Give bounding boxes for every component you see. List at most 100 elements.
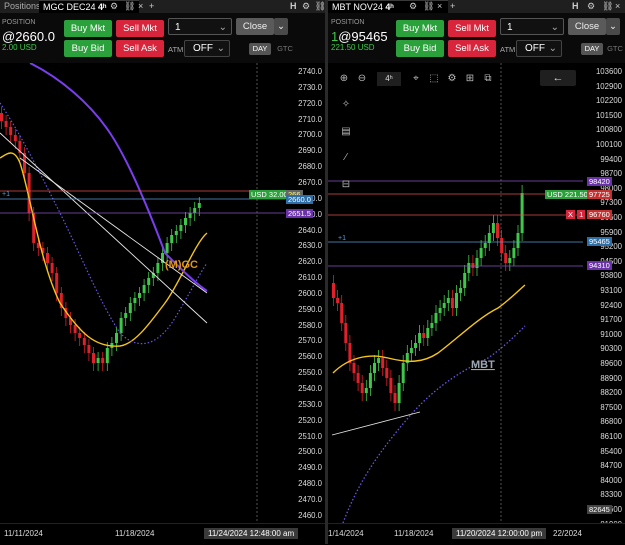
y-axis-label: 2640.0 [298, 225, 322, 235]
y-axis-label: 2570.0 [298, 336, 322, 346]
left-x-axis[interactable]: 11/11/2024 11/18/2024 11/24/2024 12:48:0… [0, 523, 325, 545]
tab-positions[interactable]: Positions [0, 0, 45, 13]
ruler-icon[interactable]: ⊞ [463, 72, 477, 86]
left-y-axis[interactable]: 2740.0 2730.0 2720.0 2710.0 2700.0 2690.0 2680… [285, 63, 325, 523]
chevron-down-icon[interactable]: ⌄ [219, 19, 227, 36]
buy-bid-button[interactable]: Buy Bid [396, 40, 444, 57]
gear-icon[interactable]: ⚙ [302, 1, 310, 11]
position-label: POSITION [2, 19, 36, 26]
select-icon[interactable]: ⬚ [427, 72, 441, 86]
sell-ask-button[interactable]: Sell Ask [448, 40, 496, 57]
candle-body [50, 263, 54, 273]
candle-body [332, 283, 335, 298]
tif-day-button[interactable]: DAY [581, 43, 603, 55]
candle-body [115, 333, 118, 343]
h-button[interactable]: H [290, 1, 297, 11]
plus-one-label: +1 [338, 235, 346, 242]
candle-body [344, 323, 348, 343]
candle-body [193, 208, 197, 213]
add-tab-plus-icon[interactable]: + [145, 0, 158, 13]
gear-icon[interactable]: ⚙ [445, 72, 459, 86]
candle-body [438, 308, 442, 313]
candle-body [381, 358, 385, 368]
close-position-button[interactable]: Close [236, 18, 274, 35]
candle-body [508, 258, 512, 263]
crosshair-time-label: 11/24/2024 12:48:00 am [204, 528, 299, 539]
candle-body [73, 325, 77, 333]
line-tool-icon[interactable]: ∕ [339, 151, 353, 165]
price-tag-purple: 94310 [587, 261, 612, 270]
quantity-field[interactable]: 1 ⌄ [500, 18, 564, 35]
position-pnl: 2.00 USD [2, 43, 37, 52]
chevron-down-icon[interactable]: ⌄ [551, 19, 559, 36]
buy-mkt-button[interactable]: Buy Mkt [396, 20, 444, 37]
sell-mkt-button[interactable]: Sell Mkt [116, 20, 164, 37]
y-axis-label: 2600.0 [298, 288, 322, 298]
y-axis-label: 2680.0 [298, 162, 322, 172]
candle-body [475, 258, 479, 268]
crosshair-icon[interactable]: ⌖ [409, 72, 423, 86]
tab-close-icon[interactable]: × [433, 0, 446, 13]
y-axis-label: 2520.0 [298, 415, 322, 425]
quantity-field[interactable]: 1 ⌄ [168, 18, 232, 35]
right-y-axis[interactable]: 103600 102900 102200 101500 100800 100100 9940… [583, 63, 625, 529]
close-position-button[interactable]: Close [568, 18, 606, 35]
tif-gtc-button[interactable]: GTC [274, 43, 296, 55]
price-tag-purple: 2651.5 [286, 209, 313, 218]
y-axis-label: 2740.0 [298, 67, 322, 76]
watermark-symbol: MBT [471, 359, 495, 371]
candle-body [179, 225, 183, 231]
candle-body [92, 353, 95, 363]
y-axis-label: 2690.0 [298, 146, 322, 156]
zoom-out-icon[interactable]: ⊖ [355, 72, 369, 86]
tif-day-button[interactable]: DAY [249, 43, 271, 55]
add-tab-plus-icon[interactable]: + [446, 0, 459, 13]
y-axis-label: 2490.0 [298, 463, 322, 473]
position-pnl: 221.50 USD [331, 43, 375, 52]
right-chart[interactable]: +1 MBT [328, 63, 625, 544]
cursor-icon[interactable]: ✧ [339, 98, 353, 112]
h-button[interactable]: H [568, 0, 583, 13]
y-axis-label: 95900 [600, 227, 622, 237]
y-axis-label: 2720.0 [298, 98, 322, 108]
sell-ask-button[interactable]: Sell Ask [116, 40, 164, 57]
stop-order-tag[interactable]: X 1 [566, 210, 586, 219]
tif-gtc-button[interactable]: GTC [605, 43, 625, 55]
candle-body [138, 293, 141, 298]
candle-body [385, 368, 389, 378]
gear-icon[interactable]: ⚙ [583, 0, 599, 13]
quantity-value: 1 [507, 22, 513, 33]
copy-icon[interactable]: ⧉ [481, 72, 495, 86]
buy-mkt-button[interactable]: Buy Mkt [64, 20, 112, 37]
zoom-in-icon[interactable]: ⊕ [337, 72, 351, 86]
candle-body [87, 345, 91, 353]
stop-order-cancel-x[interactable]: X [566, 210, 576, 219]
close-dropdown-chevron-icon[interactable]: ⌄ [274, 18, 288, 35]
y-axis-label: 2590.0 [298, 304, 322, 314]
candle-body [142, 285, 146, 293]
y-axis-label: 97300 [600, 198, 622, 208]
candle-body [496, 223, 499, 238]
atm-select[interactable]: OFF ⌄ [516, 40, 562, 57]
y-axis-label: 2580.0 [298, 320, 322, 330]
position-label: POSITION [331, 19, 365, 26]
candle-body [184, 218, 187, 225]
candle-body [364, 388, 368, 393]
right-x-axis[interactable]: 1/14/2024 11/18/2024 11/20/2024 12:00:00… [328, 523, 625, 545]
window-close-icon[interactable]: × [611, 0, 624, 13]
candle-body [512, 248, 516, 258]
atm-label: ATM [168, 45, 184, 54]
back-arrow-icon[interactable]: ← [540, 70, 576, 86]
timeframe-button[interactable]: 4ʰ [377, 72, 401, 86]
sell-mkt-button[interactable]: Sell Mkt [448, 20, 496, 37]
y-axis-label: 102200 [595, 96, 622, 106]
buy-bid-button[interactable]: Buy Bid [64, 40, 112, 57]
notes-icon[interactable]: ▤ [339, 125, 353, 139]
y-axis-label: 102900 [595, 81, 622, 91]
lock-icon[interactable]: ⊟ [339, 178, 353, 192]
atm-select[interactable]: OFF ⌄ [184, 40, 230, 57]
y-axis-label: 84700 [600, 461, 622, 471]
y-axis-label: 88200 [600, 388, 622, 398]
close-dropdown-chevron-icon[interactable]: ⌄ [606, 18, 620, 35]
left-chart[interactable]: +1 (M)GC [0, 63, 325, 544]
